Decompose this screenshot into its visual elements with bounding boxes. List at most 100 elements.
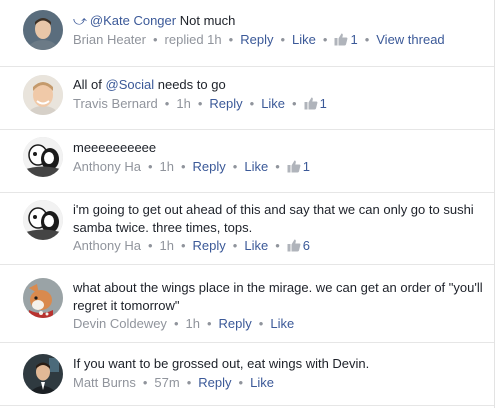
- author-name[interactable]: Matt Burns: [73, 375, 136, 390]
- avatar[interactable]: [23, 278, 63, 318]
- separator: •: [180, 159, 186, 174]
- separator: •: [180, 238, 186, 253]
- comment-text-body: what about the wings place in the mirage…: [73, 280, 483, 313]
- separator: •: [142, 375, 148, 390]
- avatar-photo: [23, 137, 63, 177]
- like-count-value: 1: [302, 159, 310, 174]
- comment-meta: Devin Coldewey • 1h • Reply • Like: [73, 315, 486, 333]
- like-link[interactable]: Like: [292, 32, 316, 47]
- like-count-value: 6: [302, 238, 310, 253]
- comment-time[interactable]: 1h: [176, 96, 190, 111]
- comment-item: i'm going to get out ahead of this and s…: [0, 193, 494, 265]
- separator: •: [249, 96, 255, 111]
- separator: •: [147, 238, 153, 253]
- comment-text-body: All of: [73, 77, 106, 92]
- comment-meta: Anthony Ha • 1h • Reply • Like • 6: [73, 237, 486, 255]
- avatar[interactable]: [23, 354, 63, 394]
- avatar-photo: [23, 354, 63, 394]
- comment-text-body: needs to go: [154, 77, 226, 92]
- comment-thread: ⤻ @Kate Conger Not much Brian Heater • repl…: [0, 0, 495, 408]
- reply-link[interactable]: Reply: [240, 32, 273, 47]
- separator: •: [238, 375, 244, 390]
- comment-text-body: If you want to be grossed out, eat wings…: [73, 356, 370, 371]
- like-count-value: 1: [319, 96, 327, 111]
- comment-text-body: meeeeeeeeee: [73, 140, 157, 155]
- separator: •: [280, 32, 286, 47]
- comment-text: what about the wings place in the mirage…: [73, 279, 486, 315]
- like-link[interactable]: Like: [270, 316, 294, 331]
- thumbs-up-icon: [287, 160, 301, 173]
- author-name[interactable]: Anthony Ha: [73, 159, 141, 174]
- thumbs-up-icon: [287, 239, 301, 252]
- like-count[interactable]: 1: [304, 96, 327, 111]
- comment-text: All of @Social needs to go: [73, 76, 486, 94]
- comment-item: what about the wings place in the mirage…: [0, 265, 494, 343]
- like-link[interactable]: Like: [261, 96, 285, 111]
- avatar-photo: [23, 10, 63, 50]
- separator: •: [322, 32, 328, 47]
- comment-text-body: Not much: [176, 13, 236, 28]
- avatar-photo: [23, 75, 63, 115]
- author-name[interactable]: Brian Heater: [73, 32, 146, 47]
- like-link[interactable]: Like: [250, 375, 274, 390]
- comment-item: ⤻ @Kate Conger Not much Brian Heater • repl…: [0, 0, 494, 67]
- separator: •: [275, 238, 280, 253]
- mention-link[interactable]: @Social: [106, 77, 155, 92]
- view-thread-link[interactable]: View thread: [376, 32, 444, 47]
- avatar-photo: [23, 278, 63, 318]
- comment-meta: Matt Burns • 57m • Reply • Like: [73, 374, 486, 392]
- comment-text-body: i'm going to get out ahead of this and s…: [73, 202, 474, 235]
- thumbs-up-icon: [334, 33, 348, 46]
- separator: •: [206, 316, 212, 331]
- author-name[interactable]: Travis Bernard: [73, 96, 158, 111]
- reply-arrow-icon: ⤻: [73, 13, 87, 28]
- reply-link[interactable]: Reply: [198, 375, 231, 390]
- like-count[interactable]: 1: [334, 32, 358, 47]
- separator: •: [164, 96, 170, 111]
- reply-link[interactable]: Reply: [209, 96, 242, 111]
- like-link[interactable]: Like: [244, 159, 268, 174]
- like-link[interactable]: Like: [244, 238, 268, 253]
- author-name[interactable]: Devin Coldewey: [73, 316, 167, 331]
- comment-meta: Travis Bernard • 1h • Reply • Like • 1: [73, 95, 486, 113]
- comment-time[interactable]: 1h: [160, 159, 174, 174]
- avatar-photo: [23, 200, 63, 240]
- reply-link[interactable]: Reply: [219, 316, 252, 331]
- comment-text: i'm going to get out ahead of this and s…: [73, 201, 486, 237]
- avatar[interactable]: [23, 10, 63, 50]
- comment-meta: Brian Heater • replied 1h • Reply • Like • 1 • Vie…: [73, 31, 486, 49]
- separator: •: [197, 96, 203, 111]
- separator: •: [292, 96, 297, 111]
- separator: •: [258, 316, 264, 331]
- separator: •: [232, 238, 238, 253]
- separator: •: [152, 32, 158, 47]
- comment-time[interactable]: replied 1h: [165, 32, 222, 47]
- separator: •: [232, 159, 238, 174]
- like-count[interactable]: 6: [287, 238, 310, 253]
- comment-text: If you want to be grossed out, eat wings…: [73, 355, 486, 373]
- comment-time[interactable]: 57m: [154, 375, 179, 390]
- avatar[interactable]: [23, 75, 63, 115]
- comment-time[interactable]: 1h: [186, 316, 200, 331]
- comment-text: ⤻ @Kate Conger Not much: [73, 12, 486, 30]
- reply-link[interactable]: Reply: [193, 159, 226, 174]
- separator: •: [186, 375, 192, 390]
- reply-link[interactable]: Reply: [193, 238, 226, 253]
- comment-item: meeeeeeeeee Anthony Ha • 1h • Reply • Like • 1: [0, 130, 494, 193]
- author-name[interactable]: Anthony Ha: [73, 238, 141, 253]
- comment-meta: Anthony Ha • 1h • Reply • Like • 1: [73, 158, 486, 176]
- separator: •: [275, 159, 280, 174]
- like-count[interactable]: 1: [287, 159, 310, 174]
- separator: •: [364, 32, 370, 47]
- comment-item: If you want to be grossed out, eat wings…: [0, 343, 494, 406]
- separator: •: [173, 316, 179, 331]
- avatar[interactable]: [23, 137, 63, 177]
- mention-link[interactable]: @Kate Conger: [90, 13, 176, 28]
- separator: •: [147, 159, 153, 174]
- like-count-value: 1: [350, 32, 358, 47]
- separator: •: [228, 32, 234, 47]
- avatar[interactable]: [23, 200, 63, 240]
- comment-time[interactable]: 1h: [160, 238, 174, 253]
- comment-text: meeeeeeeeee: [73, 139, 486, 157]
- comment-item: All of @Social needs to go Travis Bernar…: [0, 67, 494, 130]
